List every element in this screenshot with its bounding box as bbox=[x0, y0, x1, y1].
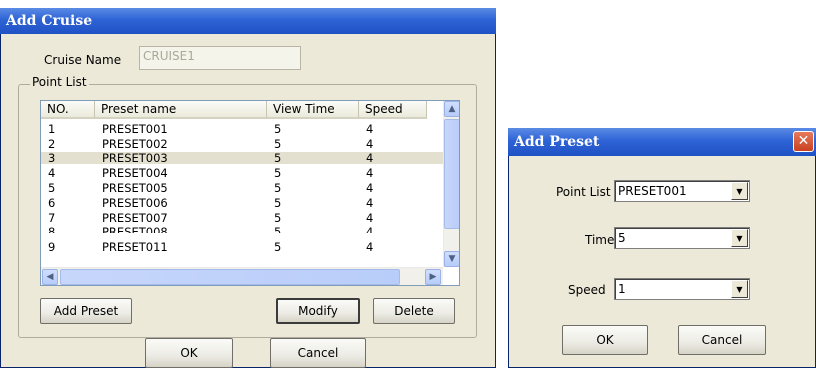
cell-speed: 4 bbox=[366, 167, 374, 179]
cell-speed: 4 bbox=[366, 226, 374, 233]
speed-selected-value: 1 bbox=[618, 282, 626, 296]
close-icon[interactable]: ✕ bbox=[793, 131, 814, 152]
cruise-name-label: Cruise Name bbox=[44, 53, 122, 67]
time-selected-value: 5 bbox=[618, 231, 626, 245]
vertical-scroll-thumb[interactable] bbox=[444, 119, 459, 229]
speed-select[interactable]: 1 ▼ bbox=[614, 278, 750, 300]
time-label: Time bbox=[585, 233, 615, 247]
preset-cancel-button[interactable]: Cancel bbox=[678, 325, 766, 355]
table-row-clipped[interactable]: 8 PRESET008 5 4 bbox=[41, 226, 427, 233]
cell-speed: 4 bbox=[366, 123, 374, 135]
table-row[interactable]: 6 PRESET006 5 4 bbox=[41, 197, 427, 209]
table-row[interactable]: 2 PRESET002 5 4 bbox=[41, 138, 427, 150]
preset-ok-button[interactable]: OK bbox=[562, 325, 648, 355]
add-preset-button[interactable]: Add Preset bbox=[40, 298, 132, 324]
table-row[interactable]: 5 PRESET005 5 4 bbox=[41, 182, 427, 194]
cell-no: 4 bbox=[48, 167, 56, 179]
time-select[interactable]: 5 ▼ bbox=[614, 227, 750, 249]
cell-preset-name: PRESET001 bbox=[102, 123, 168, 135]
scroll-up-icon[interactable]: ▲ bbox=[444, 101, 459, 117]
cell-preset-name: PRESET004 bbox=[102, 167, 168, 179]
cell-preset-name: PRESET007 bbox=[102, 212, 168, 224]
cell-view-time: 5 bbox=[274, 167, 282, 179]
cell-speed: 4 bbox=[366, 138, 374, 150]
table-row-selected[interactable]: 3 PRESET003 5 4 bbox=[41, 152, 443, 164]
horizontal-scroll-thumb[interactable] bbox=[60, 269, 400, 285]
add-cruise-window: Add Cruise Cruise Name CRUISE1 Point Lis… bbox=[0, 8, 496, 368]
chevron-down-icon[interactable]: ▼ bbox=[731, 280, 748, 298]
column-header-speed[interactable]: Speed bbox=[359, 101, 427, 119]
cell-no: 6 bbox=[48, 197, 56, 209]
cell-no: 5 bbox=[48, 182, 56, 194]
add-cruise-titlebar: Add Cruise bbox=[0, 8, 496, 34]
cell-no: 1 bbox=[48, 123, 56, 135]
column-header-preset-name[interactable]: Preset name bbox=[95, 101, 267, 119]
point-list-table[interactable]: NO. Preset name View Time Speed 1 PRESET… bbox=[40, 100, 460, 286]
scroll-left-icon[interactable]: ◀ bbox=[42, 269, 58, 285]
cell-preset-name: PRESET006 bbox=[102, 197, 168, 209]
scroll-down-icon[interactable]: ▼ bbox=[444, 251, 459, 267]
cell-preset-name: PRESET002 bbox=[102, 138, 168, 150]
point-list-group-label: Point List bbox=[30, 75, 89, 89]
cancel-button[interactable]: Cancel bbox=[270, 338, 366, 368]
cell-view-time: 5 bbox=[274, 182, 282, 194]
point-list-selected-value: PRESET001 bbox=[618, 184, 687, 198]
cruise-name-input[interactable]: CRUISE1 bbox=[139, 46, 301, 70]
add-preset-titlebar: Add Preset bbox=[508, 128, 816, 156]
cell-view-time: 5 bbox=[274, 138, 282, 150]
table-row[interactable]: 7 PRESET007 5 4 bbox=[41, 212, 427, 224]
table-row[interactable]: 9 PRESET011 5 4 bbox=[41, 241, 427, 253]
scroll-right-icon[interactable]: ▶ bbox=[425, 269, 441, 285]
cell-view-time: 5 bbox=[274, 197, 282, 209]
chevron-down-icon[interactable]: ▼ bbox=[731, 229, 748, 247]
horizontal-scrollbar[interactable]: ◀ ▶ bbox=[41, 267, 443, 285]
point-list-label: Point List bbox=[556, 185, 611, 199]
cell-preset-name: PRESET005 bbox=[102, 182, 168, 194]
cell-speed: 4 bbox=[366, 182, 374, 194]
modify-button[interactable]: Modify bbox=[276, 298, 360, 324]
add-cruise-title: Add Cruise bbox=[6, 13, 93, 29]
delete-button[interactable]: Delete bbox=[373, 298, 455, 324]
cell-speed: 4 bbox=[366, 152, 374, 164]
ok-button[interactable]: OK bbox=[145, 338, 233, 368]
column-header-view-time[interactable]: View Time bbox=[267, 101, 359, 119]
cell-view-time: 5 bbox=[274, 152, 282, 164]
cell-speed: 4 bbox=[366, 212, 374, 224]
cell-no: 9 bbox=[48, 241, 56, 253]
vertical-scrollbar[interactable]: ▲ ▼ bbox=[443, 101, 459, 267]
cell-no: 3 bbox=[48, 152, 56, 164]
cell-preset-name: PRESET011 bbox=[102, 241, 168, 253]
cell-view-time: 5 bbox=[274, 226, 282, 233]
table-row[interactable]: 1 PRESET001 5 4 bbox=[41, 123, 427, 135]
column-header-no[interactable]: NO. bbox=[41, 101, 95, 119]
cell-speed: 4 bbox=[366, 197, 374, 209]
cell-view-time: 5 bbox=[274, 123, 282, 135]
cell-no: 2 bbox=[48, 138, 56, 150]
point-list-select[interactable]: PRESET001 ▼ bbox=[614, 180, 750, 202]
cell-view-time: 5 bbox=[274, 212, 282, 224]
add-preset-window: Add Preset ✕ Point List PRESET001 ▼ Time… bbox=[508, 128, 816, 368]
chevron-down-icon[interactable]: ▼ bbox=[731, 182, 748, 200]
table-row[interactable]: 4 PRESET004 5 4 bbox=[41, 167, 427, 179]
speed-label: Speed bbox=[568, 283, 606, 297]
cell-view-time: 5 bbox=[274, 241, 282, 253]
cell-no: 8 bbox=[48, 226, 56, 233]
cell-preset-name: PRESET008 bbox=[102, 226, 168, 233]
table-header: NO. Preset name View Time Speed bbox=[41, 101, 427, 119]
cell-no: 7 bbox=[48, 212, 56, 224]
cell-preset-name: PRESET003 bbox=[102, 152, 168, 164]
add-preset-title: Add Preset bbox=[514, 134, 600, 150]
cell-speed: 4 bbox=[366, 241, 374, 253]
